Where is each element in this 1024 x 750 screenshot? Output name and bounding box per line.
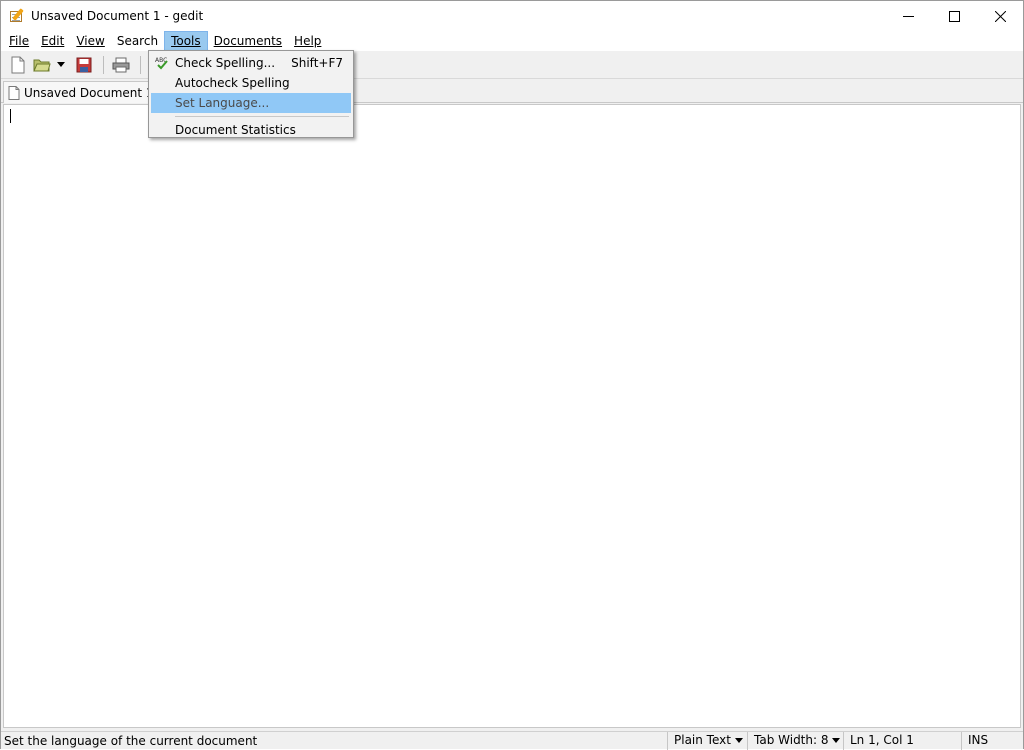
chevron-down-icon	[734, 738, 743, 743]
menu-help[interactable]: Help	[288, 31, 327, 51]
menu-item-set-language[interactable]: Set Language...	[151, 93, 351, 113]
menu-bar: File Edit View Search Tools Documents He…	[1, 31, 1023, 51]
minimize-button[interactable]	[885, 1, 931, 31]
menu-file[interactable]: File	[3, 31, 35, 51]
close-icon	[994, 10, 1006, 22]
menu-item-document-statistics[interactable]: Document Statistics	[151, 120, 351, 140]
close-button[interactable]	[977, 1, 1023, 31]
insert-mode: INS	[961, 731, 1023, 750]
status-bar: Set the language of the current document…	[1, 731, 1023, 750]
save-icon	[76, 57, 92, 72]
print-button[interactable]	[110, 54, 132, 76]
menu-tools[interactable]: Tools	[164, 31, 208, 51]
printer-icon	[112, 57, 130, 72]
menu-item-autocheck-spelling[interactable]: Autocheck Spelling	[151, 73, 351, 93]
menu-edit[interactable]: Edit	[35, 31, 70, 51]
new-document-button[interactable]	[7, 54, 29, 76]
cursor-position: Ln 1, Col 1	[843, 731, 961, 750]
chevron-down-icon	[832, 738, 841, 743]
shortcut-label: Shift+F7	[291, 56, 343, 70]
spell-check-icon: ABC	[155, 57, 168, 70]
folder-open-icon	[33, 59, 51, 71]
menu-separator	[175, 116, 349, 117]
text-editor[interactable]	[3, 104, 1021, 728]
chevron-down-icon	[57, 62, 65, 67]
status-message: Set the language of the current document	[4, 733, 258, 748]
save-button[interactable]	[73, 54, 95, 76]
open-recent-dropdown[interactable]	[55, 54, 67, 76]
toolbar-separator	[103, 55, 104, 74]
maximize-icon	[948, 10, 960, 22]
maximize-button[interactable]	[931, 1, 977, 31]
open-button[interactable]	[31, 54, 53, 76]
menu-search[interactable]: Search	[111, 31, 164, 51]
gedit-app-icon	[9, 8, 25, 24]
tab-label: Unsaved Document 1	[24, 85, 154, 100]
menu-item-check-spelling[interactable]: ABC Check Spelling... Shift+F7	[151, 53, 351, 73]
window-title: Unsaved Document 1 - gedit	[31, 9, 204, 23]
menu-view[interactable]: View	[70, 31, 110, 51]
window-controls	[885, 1, 1023, 31]
tools-menu: ABC Check Spelling... Shift+F7 Autocheck…	[148, 50, 354, 138]
toolbar-separator	[140, 55, 141, 74]
menu-documents[interactable]: Documents	[208, 31, 288, 51]
title-bar[interactable]: Unsaved Document 1 - gedit	[1, 1, 1023, 31]
minimize-icon	[902, 15, 914, 17]
language-selector[interactable]: Plain Text	[667, 731, 747, 750]
document-icon	[8, 85, 20, 100]
tab-width-selector[interactable]: Tab Width: 8	[747, 731, 843, 750]
new-file-icon	[11, 56, 25, 73]
text-caret	[10, 109, 11, 123]
